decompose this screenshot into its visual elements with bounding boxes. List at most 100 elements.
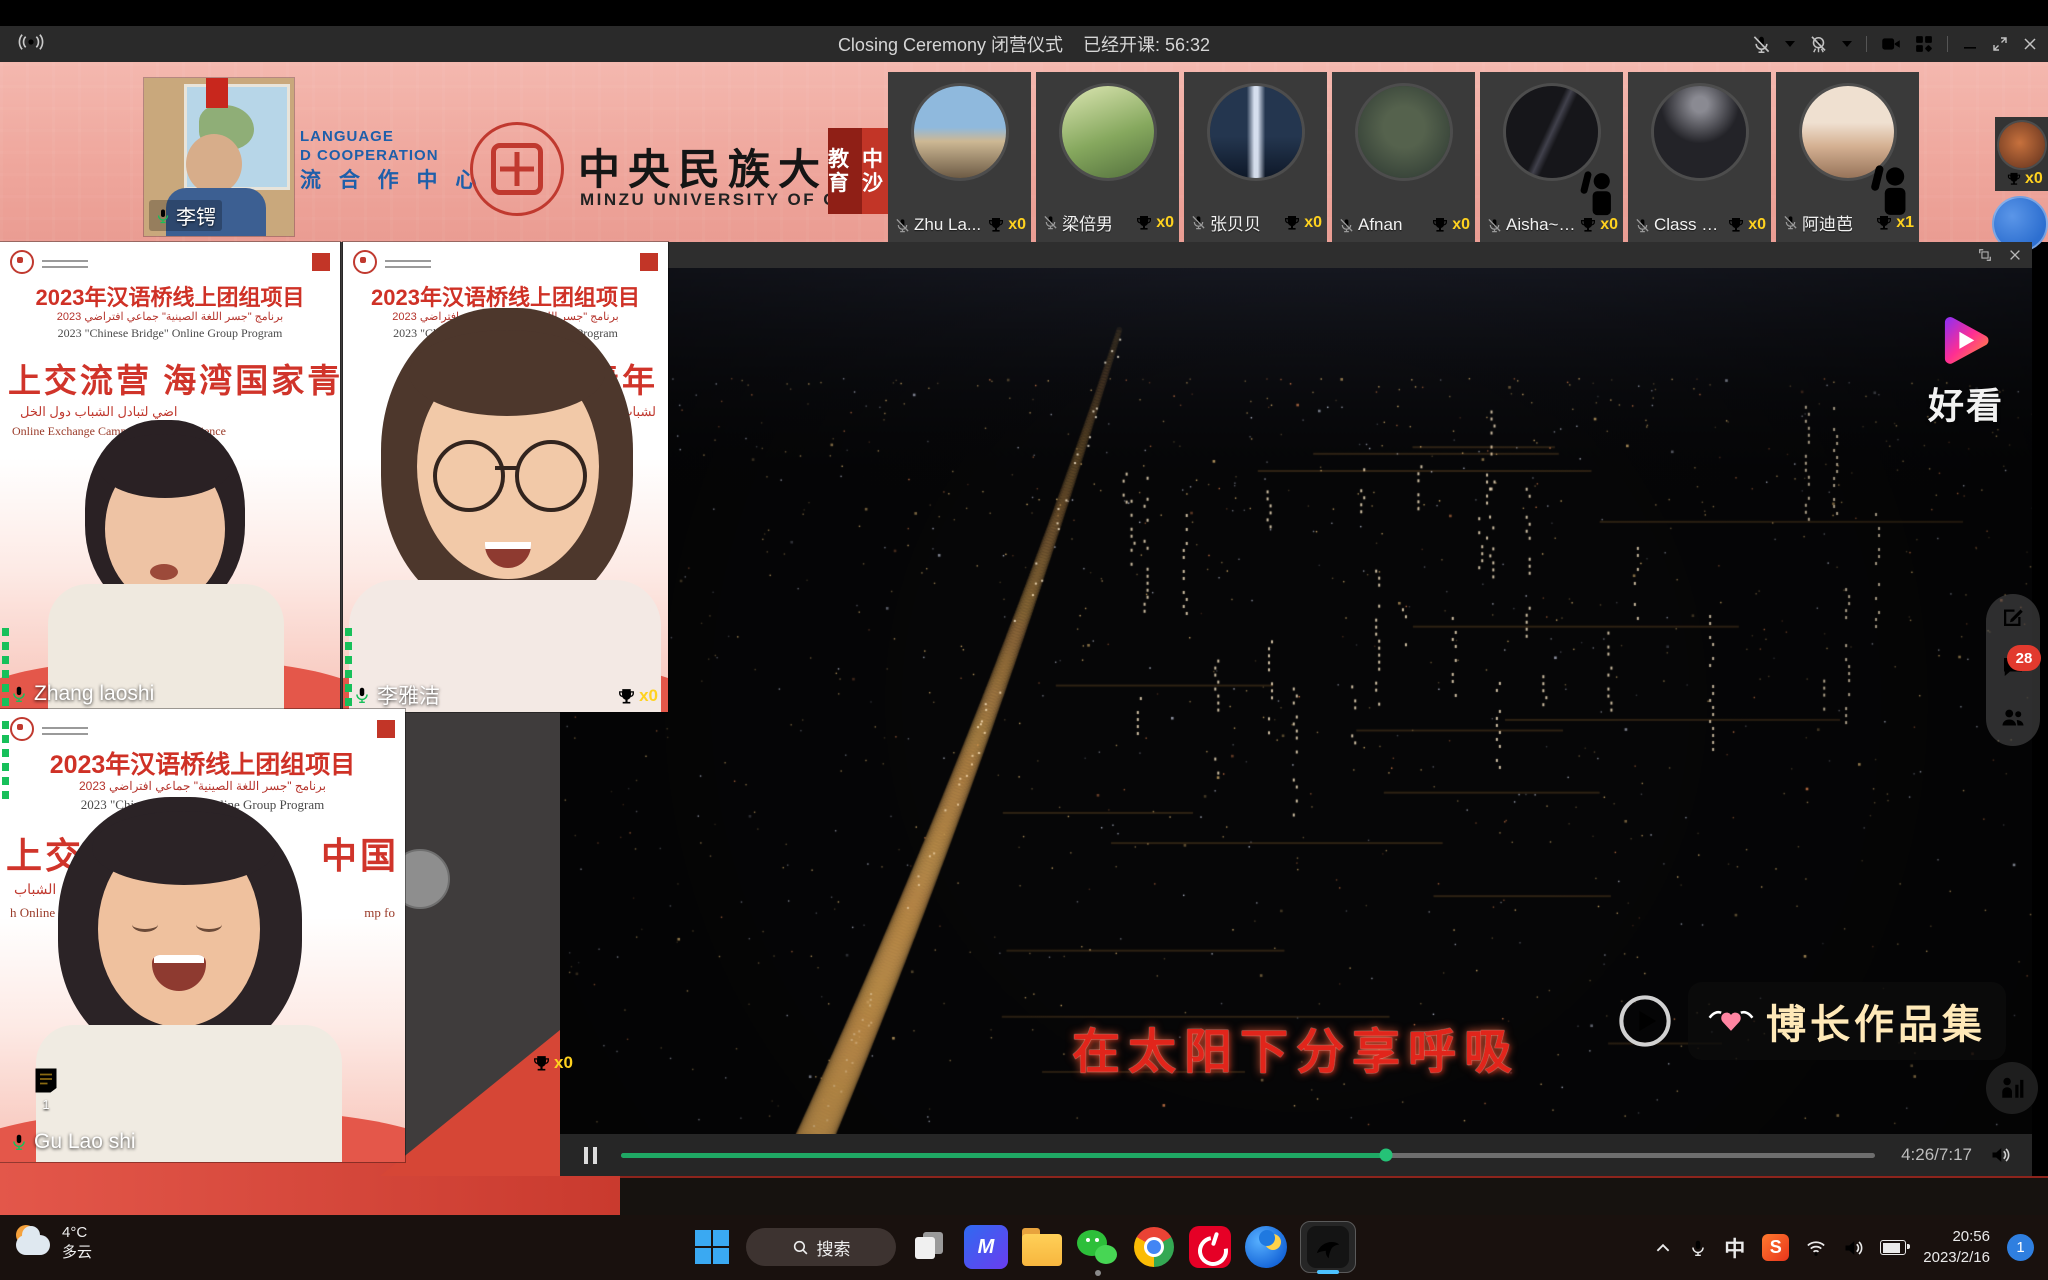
participant-tile[interactable]: 阿迪芭 x1 [1776, 72, 1919, 242]
mic-muted-icon [1043, 215, 1058, 230]
participant-tile-partial[interactable]: x0 [1995, 117, 2048, 191]
mic-muted-icon[interactable] [1752, 35, 1771, 54]
red-seals: 教育 中沙 [828, 128, 896, 214]
participant-name: Class 6... [1654, 215, 1724, 235]
ime-indicator[interactable]: 中 [1724, 1233, 1745, 1263]
teacher-video-window[interactable]: 2023年汉语桥线上团组项目 برنامج "جسر اللغة الصينية… [343, 242, 668, 712]
file-explorer-icon[interactable] [1020, 1225, 1064, 1269]
windows-logo-icon [695, 1230, 729, 1264]
note-count: 1 [34, 1097, 58, 1112]
chat-unread-badge: 28 [2007, 645, 2041, 671]
netease-music-icon[interactable] [1188, 1225, 1232, 1269]
flag-decoration [206, 78, 228, 108]
teacher-video-window[interactable]: 2023年汉语桥线上团组项目 برنامج "جسر اللغة الصينية… [0, 242, 340, 712]
teacher-trophy: x0 [618, 686, 658, 706]
trophy-count: x0 [1748, 216, 1766, 234]
chrome-icon[interactable] [1132, 1225, 1176, 1269]
haokan-play-icon [1938, 312, 1994, 368]
participant-tile[interactable]: Aisha~ ... x0 [1480, 72, 1623, 242]
participant-tile[interactable]: 张贝贝 x0 [1184, 72, 1327, 242]
webcam-dropdown-caret-icon[interactable] [1842, 41, 1852, 47]
classin-app-icon[interactable] [1300, 1221, 1356, 1273]
avatar [914, 86, 1006, 178]
participant-tile[interactable]: 梁倍男 x0 [1036, 72, 1179, 242]
progress-knob[interactable] [1379, 1149, 1392, 1162]
minimize-icon[interactable] [1962, 36, 1978, 52]
clec-logo-text: LANGUAGE D COOPERATION 流 合 作 中 心 [300, 128, 482, 194]
player-close-icon[interactable] [2008, 248, 2022, 262]
teacher-name-label: Gu Lao shi [10, 1130, 136, 1154]
pause-button[interactable] [584, 1147, 597, 1164]
app-titlebar[interactable]: Closing Ceremony 闭营仪式已经开课: 56:32 [0, 26, 2048, 62]
note-icon[interactable]: 1 [34, 1067, 58, 1112]
side-toolbar: 28 [1986, 594, 2040, 746]
compose-icon [2001, 605, 2025, 629]
restore-icon[interactable] [1992, 36, 2008, 52]
tray-time: 20:56 [1923, 1227, 1990, 1247]
tray-mic-icon[interactable] [1689, 1239, 1707, 1257]
grid-view-icon[interactable] [1915, 35, 1933, 53]
creator-watermark: 博长作品集 [1618, 982, 2006, 1060]
teacher-video-window[interactable]: 2023年汉语桥线上团组项目 برنامج "جسر اللغة الصينية… [0, 709, 405, 1162]
mic-on-icon [10, 685, 28, 703]
mic-dropdown-caret-icon[interactable] [1785, 41, 1795, 47]
trophy-icon [1136, 215, 1152, 231]
notification-badge[interactable]: 1 [2007, 1234, 2034, 1261]
time-display: 4:26/7:17 [1901, 1145, 1972, 1165]
m-app-icon[interactable]: M [964, 1225, 1008, 1269]
participant-tile[interactable]: Class 6... x0 [1628, 72, 1771, 242]
wechat-icon[interactable] [1076, 1225, 1120, 1269]
host-video-tile[interactable]: 李锷 [144, 78, 294, 236]
temperature: 4°C [62, 1223, 92, 1243]
creator-name: 博长作品集 [1766, 992, 1986, 1050]
avatar [1358, 86, 1450, 178]
sogou-input-icon[interactable]: S [1762, 1234, 1789, 1261]
annotate-button[interactable] [2001, 605, 2025, 634]
trophy-count: x0 [2025, 170, 2043, 188]
swirl-app-icon[interactable] [1244, 1225, 1288, 1269]
close-icon[interactable] [2022, 36, 2038, 52]
mic-muted-icon [895, 218, 910, 233]
player-maximize-icon[interactable] [1978, 248, 1992, 262]
hidden-window-trophy: x0 [533, 1053, 573, 1073]
progress-bar[interactable] [621, 1153, 1875, 1158]
player-titlebar[interactable]: mp4 [560, 242, 2032, 268]
leaderboard-icon [1999, 1075, 2025, 1101]
task-view-icon [915, 1232, 945, 1262]
teacher-name-label: Zhang laoshi [10, 682, 154, 706]
webcam-off-icon[interactable] [1809, 35, 1828, 54]
trophy-icon [988, 217, 1004, 233]
participants-button[interactable] [2001, 706, 2025, 735]
video-subtitle: 在太阳下分享呼吸 [1072, 1012, 1520, 1082]
clock[interactable]: 20:56 2023/2/16 [1923, 1227, 1990, 1268]
leaderboard-button[interactable] [1986, 1062, 2038, 1114]
host-figure [186, 134, 242, 194]
taskbar-search[interactable]: 搜索 [746, 1228, 896, 1266]
start-button[interactable] [690, 1225, 734, 1269]
search-icon [792, 1239, 809, 1256]
task-view-button[interactable] [908, 1225, 952, 1269]
chat-button[interactable]: 28 [2001, 655, 2025, 684]
slide-seal-icon [377, 720, 395, 738]
trophy-icon [533, 1055, 550, 1072]
wifi-icon[interactable] [1806, 1238, 1826, 1258]
trophy-icon [1432, 217, 1448, 233]
video-camera-icon[interactable] [1881, 34, 1901, 54]
video-content[interactable]: 好看 博长作品集 在太阳下分享呼吸 [560, 268, 2032, 1134]
participant-tile[interactable]: Afnan x0 [1332, 72, 1475, 242]
mic-muted-icon [1339, 218, 1354, 233]
hidden-icons-chevron[interactable] [1654, 1239, 1672, 1257]
mic-muted-icon [1783, 215, 1798, 230]
weather-widget[interactable]: 4°C 多云 [14, 1223, 92, 1264]
mic-muted-icon [1487, 218, 1502, 233]
battery-icon[interactable] [1880, 1240, 1906, 1255]
avatar [1999, 122, 2045, 168]
slide-logo-icon [10, 717, 34, 741]
tray-volume-icon[interactable] [1843, 1238, 1863, 1258]
volume-icon[interactable] [1990, 1145, 2010, 1165]
mic-on-icon [10, 1133, 28, 1151]
participant-tile[interactable]: Zhu La... x0 [888, 72, 1031, 242]
teacher-name-label: 李雅洁 [353, 680, 440, 710]
slide-logo-icon [10, 250, 34, 274]
slide-seal-icon [312, 253, 330, 271]
